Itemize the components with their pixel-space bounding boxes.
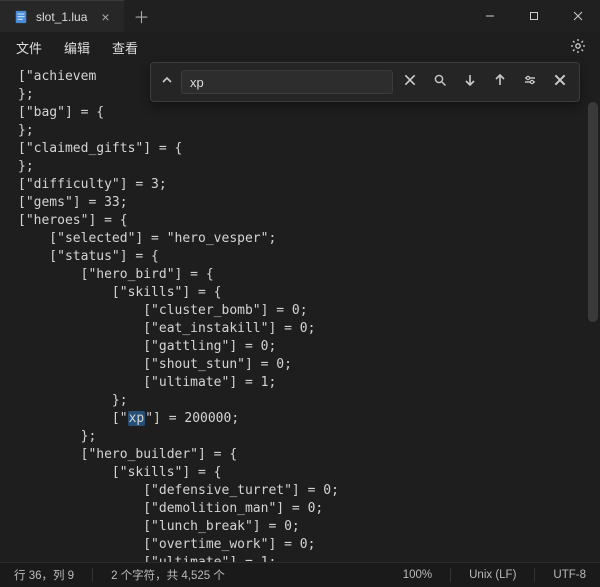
maximize-button[interactable] — [512, 0, 556, 32]
editor-area: ["achievem }; ["bag"] = { }; ["claimed_g… — [0, 62, 600, 562]
chevron-up-icon — [161, 73, 173, 90]
statusbar: 行 36，列 9 2 个字符，共 4,525 个 100% Unix (LF) … — [0, 562, 600, 587]
find-prev-button[interactable] — [487, 69, 513, 95]
tab-active[interactable]: slot_1.lua × — [0, 0, 124, 32]
sliders-icon — [523, 73, 537, 92]
menu-view[interactable]: 查看 — [102, 34, 148, 61]
search-icon — [433, 73, 447, 92]
status-sep — [534, 568, 535, 582]
new-tab-button[interactable]: ＋ — [124, 0, 160, 32]
gear-icon — [570, 42, 586, 57]
find-close-button[interactable] — [547, 69, 573, 95]
menu-edit[interactable]: 编辑 — [54, 34, 100, 61]
arrow-down-icon — [463, 73, 477, 92]
find-options-button[interactable] — [517, 69, 543, 95]
file-icon — [14, 10, 28, 24]
tab-title: slot_1.lua — [36, 10, 87, 24]
status-encoding[interactable]: UTF-8 — [545, 569, 594, 581]
status-zoom[interactable]: 100% — [395, 569, 440, 581]
status-position[interactable]: 行 36，列 9 — [6, 567, 82, 583]
find-next-button[interactable] — [457, 69, 483, 95]
find-bar — [150, 62, 580, 102]
close-icon — [553, 73, 567, 92]
titlebar: slot_1.lua × ＋ — [0, 0, 600, 32]
settings-button[interactable] — [562, 34, 594, 61]
tab-close-icon[interactable]: × — [101, 9, 109, 25]
scrollbar-thumb[interactable] — [588, 102, 598, 322]
menu-file[interactable]: 文件 — [6, 34, 52, 61]
status-sep — [450, 568, 451, 582]
find-in-selection-button[interactable] — [427, 69, 453, 95]
minimize-button[interactable] — [468, 0, 512, 32]
find-clear-button[interactable] — [397, 69, 423, 95]
status-sep — [92, 568, 93, 582]
find-expand-toggle[interactable] — [157, 69, 177, 95]
code-editor[interactable]: ["achievem }; ["bag"] = { }; ["claimed_g… — [0, 62, 600, 562]
status-eol[interactable]: Unix (LF) — [461, 569, 524, 581]
menubar: 文件 编辑 查看 — [0, 32, 600, 62]
window-buttons — [468, 0, 600, 32]
vertical-scrollbar[interactable] — [588, 62, 598, 562]
arrow-up-icon — [493, 73, 507, 92]
close-icon — [403, 73, 417, 92]
find-input[interactable] — [181, 70, 393, 94]
titlebar-spacer — [160, 0, 468, 32]
status-chars[interactable]: 2 个字符，共 4,525 个 — [103, 567, 233, 583]
close-button[interactable] — [556, 0, 600, 32]
